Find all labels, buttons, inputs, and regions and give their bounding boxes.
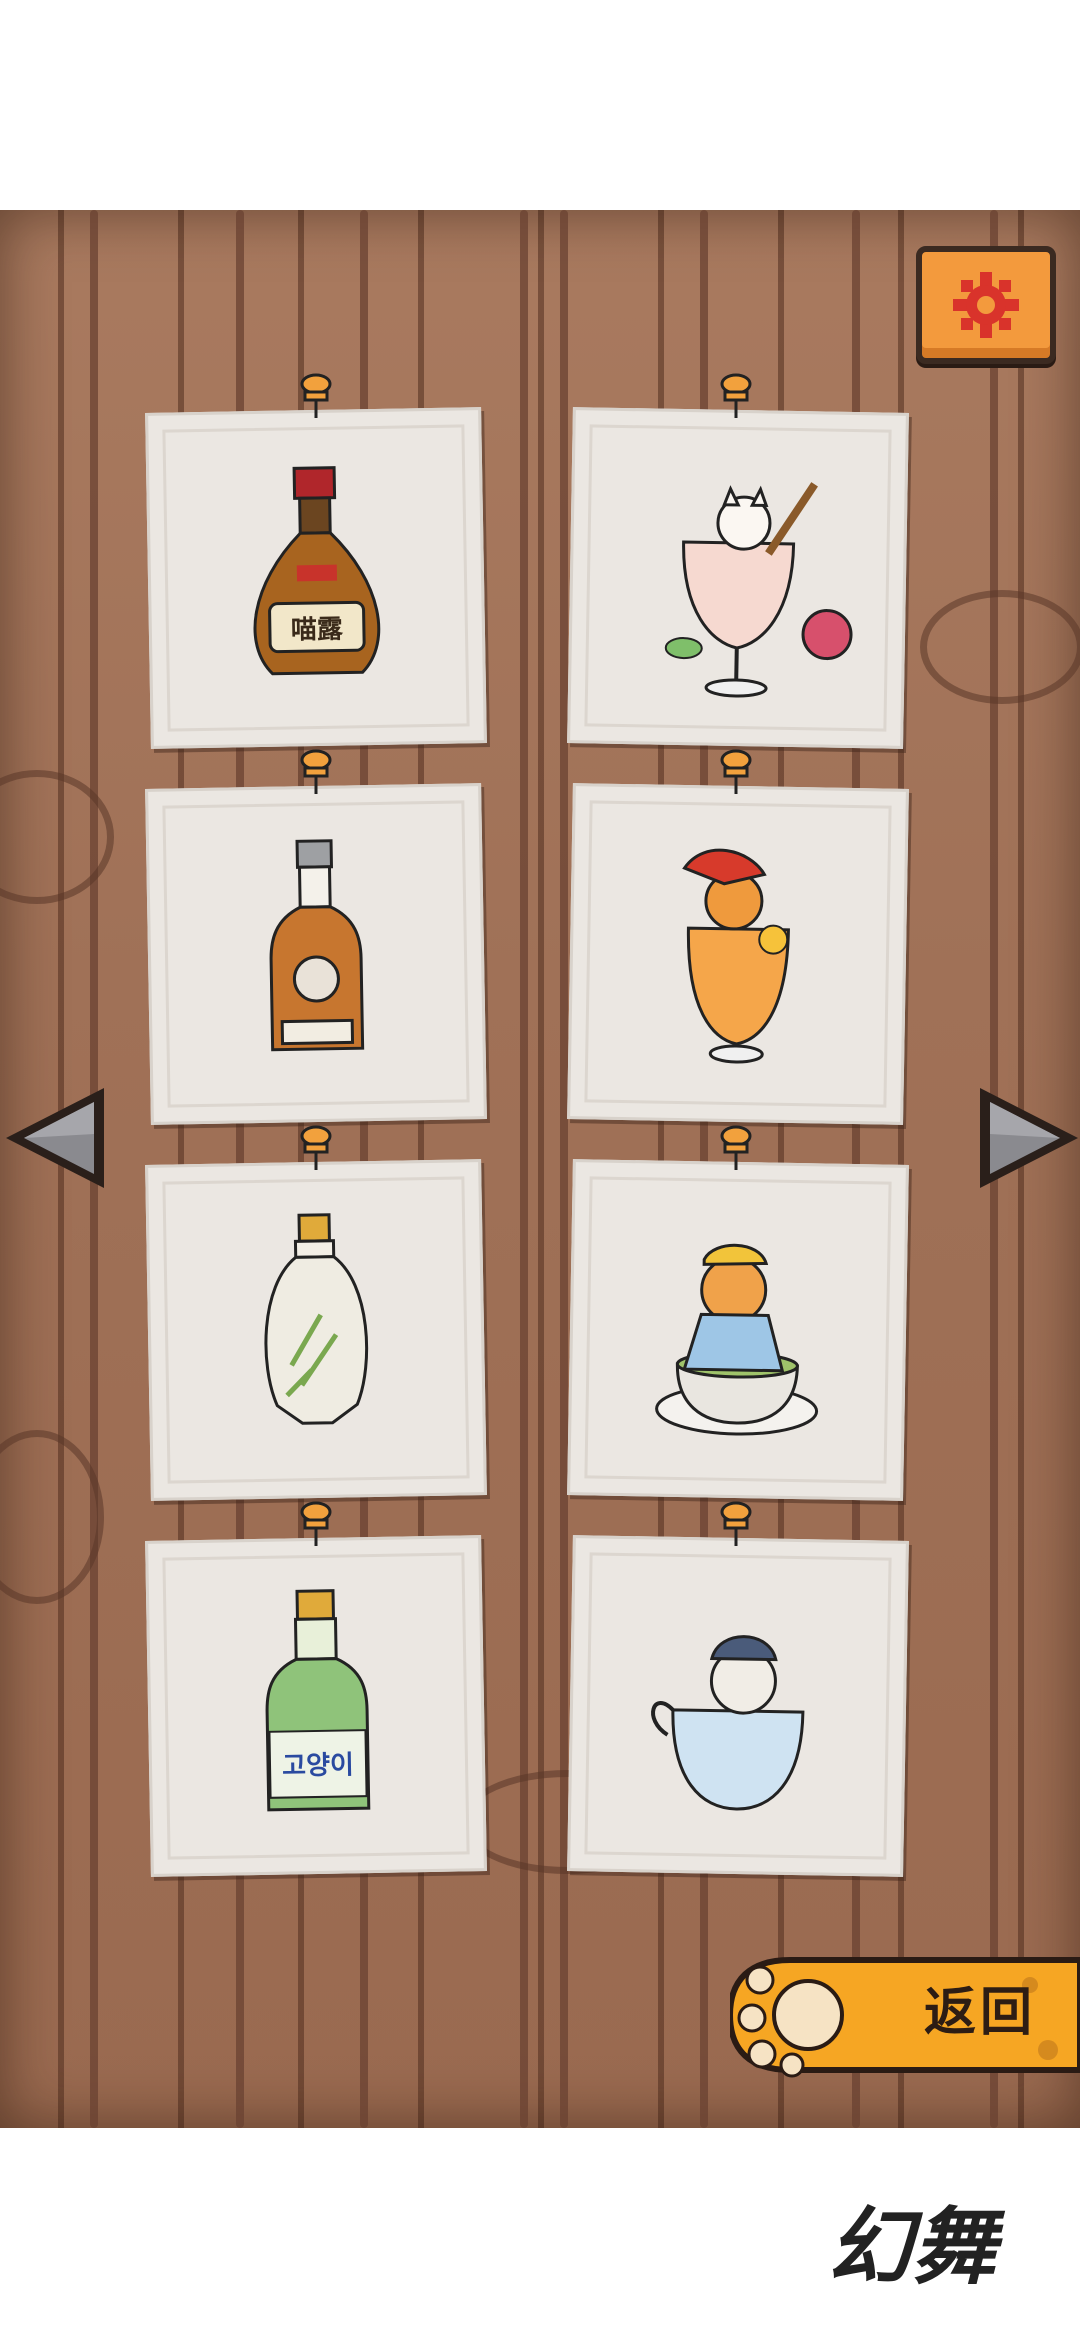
pin-icon	[300, 749, 332, 794]
soju-bottle-illustration	[265, 1589, 371, 1812]
back-button[interactable]: 返回	[730, 1940, 1080, 2080]
wood-knot	[920, 590, 1080, 704]
collection-card[interactable]	[145, 783, 487, 1125]
pin-icon	[720, 1125, 752, 1170]
pin-icon	[720, 1501, 752, 1546]
prev-page-button[interactable]	[0, 1078, 120, 1198]
bamboo-bottle-illustration	[264, 1213, 369, 1425]
gear-icon	[953, 272, 1019, 338]
wood-knot	[0, 1430, 104, 1604]
next-page-button[interactable]	[964, 1078, 1080, 1198]
whisky-bottle-illustration	[269, 839, 365, 1052]
top-blank-area	[0, 0, 1080, 210]
collection-card[interactable]: 고양이	[145, 1535, 487, 1877]
triangle-left-icon	[6, 1088, 104, 1188]
collection-card[interactable]: 喵露	[145, 407, 487, 749]
pin-icon	[300, 1501, 332, 1546]
settings-button[interactable]	[916, 246, 1056, 364]
pin-icon	[720, 749, 752, 794]
pin-icon	[300, 1125, 332, 1170]
bottle-label-text: 喵露	[290, 614, 344, 646]
collection-card[interactable]	[567, 407, 909, 749]
teacup-cat-illustration	[655, 1243, 819, 1436]
collection-card[interactable]	[145, 1159, 487, 1501]
pin-icon	[720, 373, 752, 418]
collection-card[interactable]	[567, 1159, 909, 1501]
blue-cup-cat-illustration	[651, 1635, 805, 1811]
collection-card[interactable]	[567, 783, 909, 1125]
watermark-text: 幻舞	[827, 2197, 996, 2296]
triangle-right-icon	[980, 1088, 1078, 1188]
back-button-label: 返回	[923, 1982, 1036, 2043]
soju-label-text: 고양이	[281, 1750, 355, 1782]
bottle-illustration	[253, 466, 381, 676]
cat-glass-illustration	[664, 482, 853, 698]
collection-card[interactable]	[567, 1535, 909, 1877]
pin-icon	[300, 373, 332, 418]
orange-drink-cat-illustration	[682, 848, 790, 1064]
